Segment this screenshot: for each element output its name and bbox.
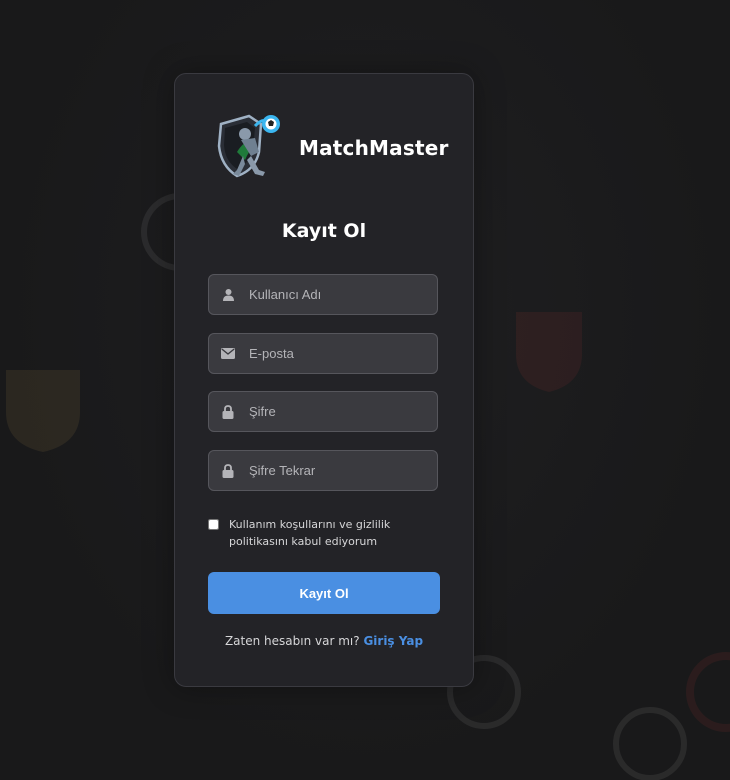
user-icon [221, 288, 235, 302]
background-crest-bottom-right [686, 652, 730, 732]
register-button[interactable]: Kayıt Ol [208, 572, 440, 614]
login-prompt-row: Zaten hesabın var mı? Giriş Yap [175, 634, 473, 648]
password-confirm-input[interactable] [247, 462, 431, 479]
background-crest-left [6, 370, 80, 452]
register-card: MatchMaster Kayıt Ol Kullanım koşulların… [174, 73, 474, 687]
login-prompt-text: Zaten hesabın var mı? [224, 634, 360, 648]
email-field[interactable] [208, 333, 438, 374]
lock-icon [221, 404, 235, 419]
username-input[interactable] [247, 286, 431, 303]
password-input[interactable] [247, 403, 431, 420]
password-field[interactable] [208, 391, 438, 432]
password-confirm-field[interactable] [208, 450, 438, 491]
background-crest-right [516, 312, 582, 392]
terms-checkbox[interactable] [208, 519, 219, 530]
envelope-icon [221, 347, 235, 361]
username-field[interactable] [208, 274, 438, 315]
lock-icon [221, 463, 235, 478]
brand-logo-icon [217, 114, 280, 178]
terms-row[interactable]: Kullanım koşullarını ve gizlilik politik… [208, 516, 438, 550]
background-crest-bottom-2 [613, 707, 687, 780]
email-input[interactable] [247, 345, 431, 362]
page-title: Kayıt Ol [281, 220, 367, 242]
brand-name: MatchMaster [299, 136, 449, 160]
login-link[interactable]: Giriş Yap [363, 634, 423, 648]
terms-label: Kullanım koşullarını ve gizlilik politik… [229, 518, 391, 548]
